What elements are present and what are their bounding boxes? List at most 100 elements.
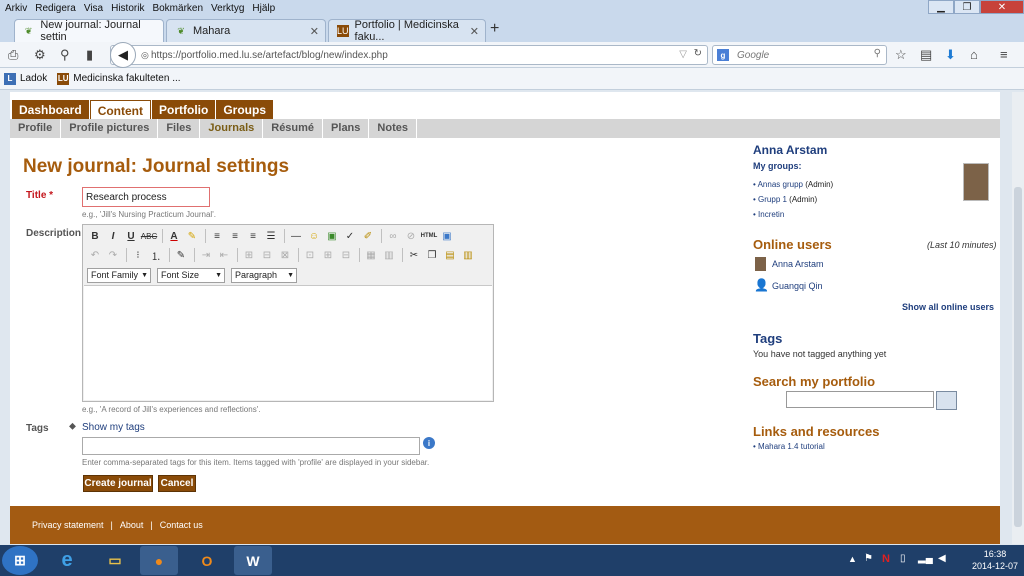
align-right-icon[interactable]: ≡ <box>245 228 261 244</box>
format-select[interactable]: Paragraph ▼ <box>231 267 297 283</box>
cleanup-icon[interactable]: ✐ <box>360 228 376 244</box>
new-tab-button[interactable]: + <box>490 20 499 38</box>
close-tab-icon[interactable]: ✕ <box>470 25 479 38</box>
menu-visa[interactable]: Visa <box>84 3 103 14</box>
close-window-button[interactable]: ✕ <box>980 0 1024 14</box>
tab-new-journal[interactable]: ❦ New journal: Journal settin <box>14 19 164 43</box>
subnav-profile[interactable]: Profile <box>10 119 62 138</box>
nav-content[interactable]: Content <box>89 100 152 119</box>
zoom-icon[interactable]: ⚲ <box>60 47 70 63</box>
menu-hjalp[interactable]: Hjälp <box>252 3 275 14</box>
paste-icon[interactable]: ▤ <box>442 247 458 263</box>
show-all-online-link[interactable]: Show all online users <box>902 302 994 312</box>
indent-icon[interactable]: ⇥ <box>198 247 214 263</box>
table-props-icon[interactable]: ▦ <box>363 247 379 263</box>
align-center-icon[interactable]: ≡ <box>227 228 243 244</box>
bullet-list-icon[interactable]: ⁝ <box>130 247 146 263</box>
word-icon[interactable]: W <box>234 546 272 575</box>
tab-portfolio[interactable]: LU Portfolio | Medicinska faku... ✕ <box>328 19 486 43</box>
copy-icon[interactable]: ❐ <box>424 247 440 263</box>
scrollbar[interactable] <box>1012 92 1024 544</box>
clock[interactable]: 16:38 2014-12-07 <box>972 548 1018 572</box>
table-icon[interactable]: ⊞ <box>241 247 257 263</box>
horizontal-rule-icon[interactable]: — <box>288 228 304 244</box>
tab-mahara[interactable]: ❦ Mahara ✕ <box>166 19 326 42</box>
menu-icon[interactable]: ≡ <box>1000 47 1008 62</box>
download-icon[interactable]: ⬇ <box>945 47 956 63</box>
cell-props-icon[interactable]: ▥ <box>381 247 397 263</box>
internet-explorer-icon[interactable]: e <box>48 546 86 575</box>
settings-icon[interactable]: ⚙ <box>34 47 46 63</box>
flag-icon[interactable]: ⚑ <box>864 553 873 564</box>
underline-icon[interactable]: U <box>123 228 139 244</box>
back-button[interactable]: ◀ <box>110 42 136 68</box>
avatar[interactable] <box>963 163 989 201</box>
menu-historik[interactable]: Historik <box>111 3 144 14</box>
numbered-list-icon[interactable]: ⒈ <box>148 247 164 263</box>
insert-image-icon[interactable]: ▣ <box>324 228 340 244</box>
group-link[interactable]: Grupp 1 <box>758 195 787 204</box>
table-split-icon[interactable]: ⊡ <box>302 247 318 263</box>
spellcheck-icon[interactable]: ✓ <box>342 228 358 244</box>
page-icon[interactable]: ▮ <box>86 47 93 63</box>
info-icon[interactable]: i <box>423 437 435 449</box>
outdent-icon[interactable]: ⇤ <box>216 247 232 263</box>
url-bar[interactable]: ◎ https://portfolio.med.lu.se/artefact/b… <box>110 45 708 65</box>
online-user-link[interactable]: Guangqi Qin <box>772 281 823 291</box>
nav-portfolio[interactable]: Portfolio <box>152 100 216 119</box>
nav-groups[interactable]: Groups <box>216 100 274 119</box>
home-icon[interactable]: ⌂ <box>970 47 978 62</box>
bold-icon[interactable]: B <box>87 228 103 244</box>
paste-word-icon[interactable]: ▥ <box>460 247 476 263</box>
subnav-files[interactable]: Files <box>158 119 201 138</box>
portfolio-search-input[interactable] <box>786 391 934 408</box>
editor-content-area[interactable] <box>84 285 492 400</box>
firefox-icon[interactable]: ● <box>140 546 178 575</box>
maximize-button[interactable]: ❐ <box>954 0 980 14</box>
bookmark-medicinska[interactable]: LU Medicinska fakulteten ... <box>57 72 181 85</box>
undo-icon[interactable]: ↶ <box>87 247 103 263</box>
reading-list-icon[interactable]: ▤ <box>920 47 932 63</box>
link-icon[interactable]: ∞ <box>385 228 401 244</box>
group-link[interactable]: Incretin <box>758 210 784 219</box>
menu-redigera[interactable]: Redigera <box>35 3 76 14</box>
minimize-button[interactable]: ▁ <box>928 0 954 14</box>
font-size-select[interactable]: Font Size ▼ <box>157 267 225 283</box>
user-name[interactable]: Anna Arstam <box>753 143 827 157</box>
italic-icon[interactable]: I <box>105 228 121 244</box>
html-source-icon[interactable]: HTML <box>421 228 438 244</box>
search-button[interactable] <box>936 391 957 410</box>
subnav-profile-pictures[interactable]: Profile pictures <box>61 119 159 138</box>
cut-icon[interactable]: ✂ <box>406 247 422 263</box>
text-color-icon[interactable]: A <box>166 228 182 244</box>
volume-icon[interactable]: ◀ <box>938 553 946 564</box>
signal-icon[interactable]: ▂▄ <box>918 553 933 564</box>
antivirus-icon[interactable]: N <box>882 553 890 565</box>
battery-icon[interactable]: ▯ <box>900 553 906 564</box>
fullscreen-icon[interactable]: ▣ <box>439 228 455 244</box>
close-tab-icon[interactable]: ✕ <box>310 25 319 38</box>
tray-arrow-icon[interactable]: ▲ <box>848 554 857 564</box>
footer-privacy-link[interactable]: Privacy statement <box>32 520 104 530</box>
reload-icon[interactable]: ↻ <box>694 48 702 59</box>
avatar[interactable] <box>755 257 766 271</box>
table-row-icon[interactable]: ⊟ <box>259 247 275 263</box>
menu-bokmarken[interactable]: Bokmärken <box>152 3 203 14</box>
footer-about-link[interactable]: About <box>120 520 144 530</box>
font-family-select[interactable]: Font Family ▼ <box>87 267 151 283</box>
print-icon[interactable]: ⎙ <box>8 47 18 63</box>
create-journal-button[interactable]: Create journal <box>83 475 153 492</box>
highlight-color-icon[interactable]: ✎ <box>184 228 200 244</box>
outlook-icon[interactable]: O <box>188 546 226 575</box>
menu-arkiv[interactable]: Arkiv <box>5 3 27 14</box>
table-col-icon[interactable]: ⊠ <box>277 247 293 263</box>
start-button[interactable]: ⊞ <box>2 546 38 575</box>
emoticon-icon[interactable]: ☺ <box>306 228 322 244</box>
subnav-resume[interactable]: Résumé <box>263 119 324 138</box>
footer-contact-link[interactable]: Contact us <box>160 520 203 530</box>
table-merge-icon[interactable]: ⊞ <box>320 247 336 263</box>
redo-icon[interactable]: ↷ <box>105 247 121 263</box>
subnav-plans[interactable]: Plans <box>323 119 370 138</box>
nav-dashboard[interactable]: Dashboard <box>12 100 89 119</box>
tags-input[interactable] <box>82 437 420 455</box>
